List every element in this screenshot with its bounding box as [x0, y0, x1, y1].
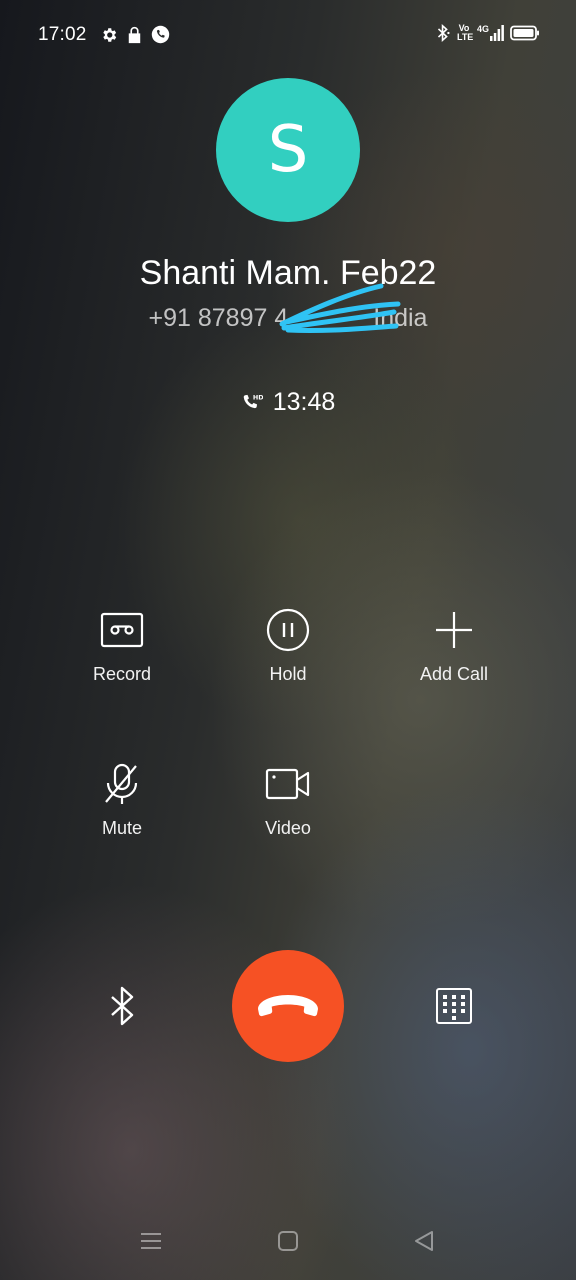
battery-icon	[510, 25, 539, 41]
video-button[interactable]: Video	[218, 762, 358, 839]
video-label: Video	[265, 818, 311, 838]
hang-up-icon	[258, 995, 318, 1017]
navigation-bar	[0, 1208, 576, 1280]
settings-gear-icon	[103, 27, 117, 42]
menu-icon[interactable]	[140, 1230, 162, 1252]
status-icons-right: Vo LTE 4G	[435, 24, 540, 42]
bluetooth-button[interactable]	[98, 982, 146, 1030]
home-icon[interactable]	[277, 1230, 299, 1252]
volte-icon: Vo LTE	[456, 23, 474, 42]
status-bar: 17:02 Vo LTE 4G	[0, 0, 576, 72]
video-camera-icon	[265, 768, 310, 800]
contact-avatar: S	[216, 78, 360, 222]
end-call-button[interactable]	[232, 950, 344, 1062]
back-icon[interactable]	[413, 1230, 435, 1252]
cassette-record-icon	[100, 612, 144, 648]
hold-label: Hold	[269, 664, 307, 684]
avatar-initial: S	[267, 113, 309, 187]
status-icons-left	[100, 25, 170, 44]
phone-call-icon	[151, 25, 170, 44]
redaction-scribble	[279, 283, 401, 334]
bluetooth-icon	[437, 24, 450, 42]
pause-icon	[266, 608, 310, 652]
plus-icon	[436, 612, 472, 648]
dialpad-icon	[436, 988, 472, 1024]
hd-call-icon: HD	[243, 393, 263, 408]
record-label: Record	[92, 664, 152, 684]
record-button[interactable]: Record	[52, 608, 192, 685]
call-duration: 13:48	[272, 388, 336, 416]
bluetooth-icon	[111, 986, 134, 1026]
add-call-label: Add Call	[419, 664, 489, 684]
mute-label: Mute	[101, 818, 143, 838]
signal-4g-icon: 4G	[477, 25, 504, 41]
status-time: 17:02	[38, 24, 87, 45]
svg-text:HD: HD	[253, 393, 263, 401]
add-call-button[interactable]: Add Call	[384, 608, 524, 685]
lock-icon	[128, 26, 141, 43]
call-timer-row: HD 13:48	[0, 388, 576, 417]
microphone-off-icon	[105, 763, 138, 804]
hold-button[interactable]: Hold	[218, 608, 358, 685]
mute-button[interactable]: Mute	[52, 762, 192, 839]
dialpad-button[interactable]	[430, 982, 478, 1030]
